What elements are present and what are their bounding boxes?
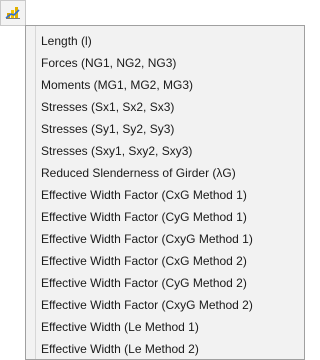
- menu-item-ewf-cxg-method1[interactable]: Effective Width Factor (CxG Method 1): [26, 184, 304, 206]
- menu-item-length[interactable]: Length (l): [26, 30, 304, 52]
- menu-item-forces[interactable]: Forces (NG1, NG2, NG3): [26, 52, 304, 74]
- results-dropdown-menu: Length (l) Forces (NG1, NG2, NG3) Moment…: [25, 25, 305, 360]
- menu-item-stresses-sy[interactable]: Stresses (Sy1, Sy2, Sy3): [26, 118, 304, 140]
- menu-item-effective-width-method1[interactable]: Effective Width (Le Method 1): [26, 316, 304, 338]
- menu-item-reduced-slenderness[interactable]: Reduced Slenderness of Girder (λG): [26, 162, 304, 184]
- results-dropdown-button[interactable]: [0, 0, 26, 26]
- menu-item-ewf-cyg-method1[interactable]: Effective Width Factor (CyG Method 1): [26, 206, 304, 228]
- chart-results-icon: [5, 7, 20, 19]
- menu-item-stresses-sx[interactable]: Stresses (Sx1, Sx2, Sx3): [26, 96, 304, 118]
- menu-item-moments[interactable]: Moments (MG1, MG2, MG3): [26, 74, 304, 96]
- menu-item-ewf-cxyg-method1[interactable]: Effective Width Factor (CxyG Method 1): [26, 228, 304, 250]
- menu-list: Length (l) Forces (NG1, NG2, NG3) Moment…: [26, 30, 304, 360]
- menu-item-ewf-cxyg-method2[interactable]: Effective Width Factor (CxyG Method 2): [26, 294, 304, 316]
- menu-item-effective-width-method2[interactable]: Effective Width (Le Method 2): [26, 338, 304, 360]
- menu-item-ewf-cxg-method2[interactable]: Effective Width Factor (CxG Method 2): [26, 250, 304, 272]
- menu-item-ewf-cyg-method2[interactable]: Effective Width Factor (CyG Method 2): [26, 272, 304, 294]
- menu-item-stresses-sxy[interactable]: Stresses (Sxy1, Sxy2, Sxy3): [26, 140, 304, 162]
